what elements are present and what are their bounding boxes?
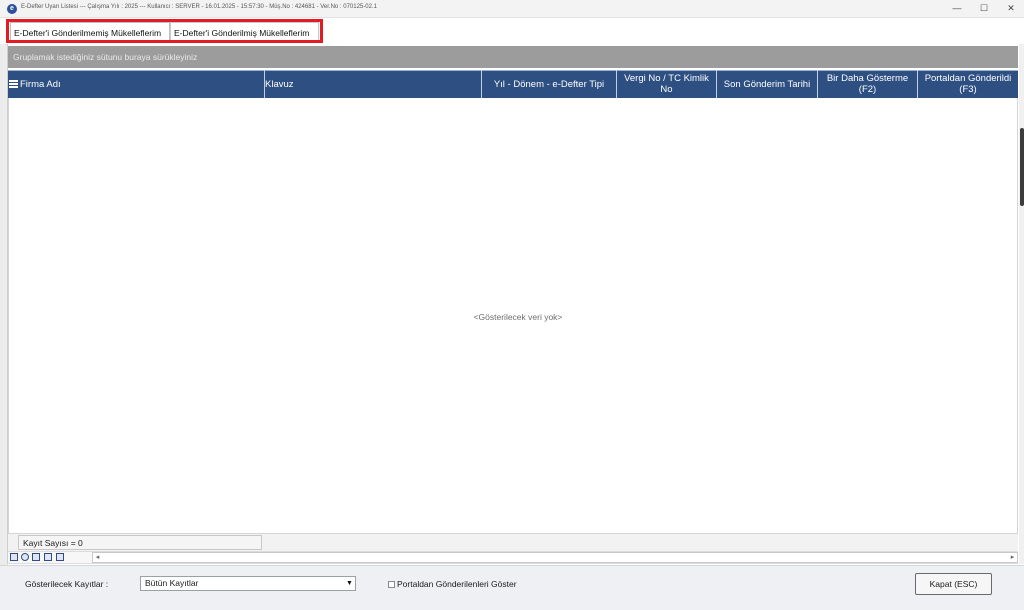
column-header-son-gonderim[interactable]: Son Gönderim Tarihi [716, 70, 817, 98]
filter-icon[interactable] [44, 553, 52, 561]
column-header-label: Son Gönderim Tarihi [723, 78, 811, 90]
maximize-button[interactable]: ☐ [971, 0, 997, 18]
horizontal-scrollbar[interactable] [92, 552, 1018, 563]
column-header-firma-adi[interactable]: Firma Adı [20, 70, 264, 98]
print-icon[interactable] [56, 553, 64, 561]
minimize-button[interactable]: — [944, 0, 970, 18]
column-header-bir-daha-gosterme[interactable]: Bir Daha Gösterme (F2) [817, 70, 917, 98]
tabs-highlight-box [6, 19, 323, 43]
close-button[interactable]: Kapat (ESC) [915, 573, 992, 595]
vertical-scrollbar[interactable] [1019, 44, 1024, 564]
chevron-down-icon[interactable]: ▼ [345, 578, 354, 589]
column-header-yil-donem[interactable]: Yıl - Dönem - e-Defter Tipi [481, 70, 616, 98]
close-window-button[interactable]: ✕ [998, 0, 1024, 18]
column-header-klavuz[interactable]: Klavuz [264, 70, 481, 98]
column-chooser-icon[interactable] [9, 80, 18, 88]
column-header-label: Firma Adı [20, 78, 61, 90]
save-icon[interactable] [10, 553, 18, 561]
column-header-vergi-no[interactable]: Vergi No / TC Kimlik No [616, 70, 716, 98]
record-count: Kayıt Sayısı = 0 [18, 535, 262, 550]
portal-sent-checkbox[interactable] [388, 581, 395, 588]
empty-message: <Gösterilecek veri yok> [473, 312, 563, 322]
scroll-left-icon[interactable]: ◂ [93, 552, 102, 563]
portal-sent-checkbox-label[interactable]: Portaldan Gönderilenleri Göster [397, 579, 517, 589]
column-header-label: Vergi No / TC Kimlik No [624, 73, 709, 95]
search-icon[interactable] [32, 553, 40, 561]
records-filter-select[interactable]: Bütün Kayıtlar [140, 576, 356, 591]
column-header-portaldan-gonderildi[interactable]: Portaldan Gönderildi (F3) [917, 70, 1018, 98]
view-icon[interactable] [21, 553, 29, 561]
app-icon: e [7, 4, 17, 14]
vertical-scroll-thumb[interactable] [1020, 128, 1024, 206]
group-by-hint: Gruplamak istediğiniz sütunu buraya sürü… [13, 52, 198, 62]
column-header-label: Portaldan Gönderildi (F3) [924, 73, 1012, 95]
column-header-label: Bir Daha Gösterme (F2) [826, 73, 909, 95]
scroll-right-icon[interactable]: ▸ [1008, 552, 1017, 563]
column-header-label: Yıl - Dönem - e-Defter Tipi [493, 78, 605, 90]
window-title: E-Defter Uyarı Listesi --- Çalışma Yılı … [21, 4, 377, 10]
filter-label: Gösterilecek Kayıtlar : [25, 579, 109, 589]
column-header-label: Klavuz [265, 78, 294, 90]
